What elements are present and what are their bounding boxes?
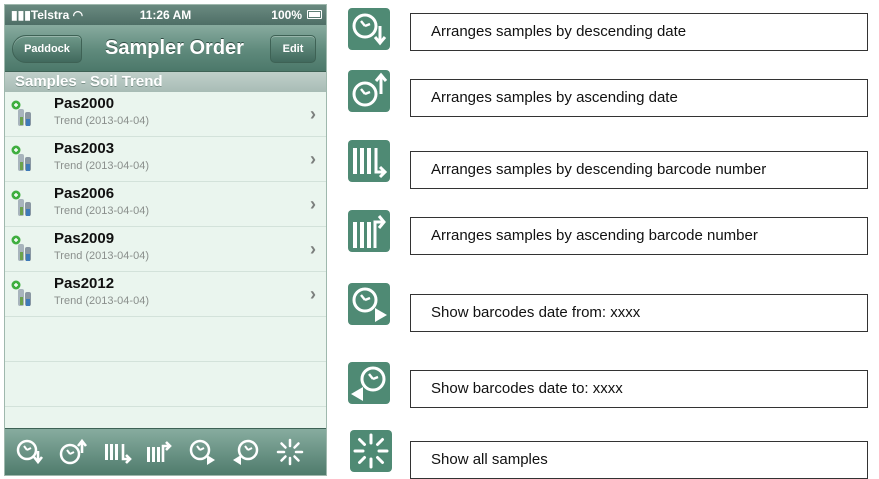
- sample-title: Pas2009: [54, 230, 115, 247]
- date-from-icon: [348, 283, 390, 325]
- sample-subtitle: Trend (2013-04-04): [54, 295, 149, 307]
- sort-barcode-ascending-icon: [348, 210, 390, 252]
- chevron-right-icon: ›: [310, 284, 316, 304]
- list-item[interactable]: Pas2012 Trend (2013-04-04) ›: [5, 272, 326, 317]
- date-to-icon[interactable]: [230, 437, 260, 467]
- list-item[interactable]: Pas2009 Trend (2013-04-04) ›: [5, 227, 326, 272]
- sort-barcode-ascending-icon[interactable]: [145, 437, 175, 467]
- chevron-right-icon: ›: [310, 104, 316, 124]
- date-from-icon[interactable]: [188, 437, 218, 467]
- page-title: Sampler Order: [105, 37, 244, 59]
- sample-tube-icon: [11, 145, 31, 171]
- list-item[interactable]: Pas2006 Trend (2013-04-04) ›: [5, 182, 326, 227]
- phone-screen: ▮▮▮Telstra ◠ 11:26 AM 100% Paddock Sampl…: [4, 4, 327, 476]
- sample-subtitle: Trend (2013-04-04): [54, 160, 149, 172]
- sort-barcode-descending-icon: [348, 140, 390, 182]
- sample-title: Pas2003: [54, 140, 115, 157]
- sample-subtitle: Trend (2013-04-04): [54, 205, 149, 217]
- legend-text: Show all samples: [431, 451, 548, 468]
- legend-entry: Show barcodes date to: xxxx: [410, 370, 868, 408]
- sample-subtitle: Trend (2013-04-04): [54, 250, 149, 262]
- list-item[interactable]: Pas2003 Trend (2013-04-04) ›: [5, 137, 326, 182]
- battery-icon: [307, 10, 322, 19]
- edit-button[interactable]: Edit: [270, 35, 316, 63]
- sample-subtitle: Trend (2013-04-04): [54, 115, 149, 127]
- legend-entry: Arranges samples by descending barcode n…: [410, 151, 868, 189]
- sample-title: Pas2000: [54, 95, 115, 112]
- chevron-right-icon: ›: [310, 149, 316, 169]
- legend-text: Arranges samples by descending barcode n…: [431, 161, 767, 178]
- toolbar: [5, 428, 326, 475]
- sample-tube-icon: [11, 235, 31, 261]
- sort-date-descending-icon[interactable]: [15, 437, 45, 467]
- sample-title: Pas2012: [54, 275, 115, 292]
- sample-tube-icon: [11, 100, 31, 126]
- section-header: Samples - Soil Trend: [5, 72, 326, 92]
- battery-percent: 100%: [271, 8, 302, 22]
- legend-entry: Arranges samples by descending date: [410, 13, 868, 51]
- chevron-right-icon: ›: [310, 194, 316, 214]
- legend-text: Arranges samples by ascending barcode nu…: [431, 227, 758, 244]
- back-button[interactable]: Paddock: [12, 35, 82, 63]
- legend-entry: Show barcodes date from: xxxx: [410, 294, 868, 332]
- legend-entry: Show all samples: [410, 441, 868, 479]
- sample-list: Pas2000 Trend (2013-04-04) › Pas2003 Tre…: [5, 92, 326, 452]
- sample-tube-icon: [11, 280, 31, 306]
- sort-date-ascending-icon: [348, 70, 390, 112]
- sort-date-descending-icon: [348, 8, 390, 50]
- sort-barcode-descending-icon[interactable]: [103, 437, 133, 467]
- sort-date-ascending-icon[interactable]: [58, 437, 88, 467]
- sample-tube-icon: [11, 190, 31, 216]
- status-bar: ▮▮▮Telstra ◠ 11:26 AM 100%: [5, 5, 326, 25]
- show-all-icon: [350, 430, 392, 472]
- legend-text: Arranges samples by ascending date: [431, 89, 678, 106]
- legend-entry: Arranges samples by ascending barcode nu…: [410, 217, 868, 255]
- date-to-icon: [348, 362, 390, 404]
- list-item[interactable]: Pas2000 Trend (2013-04-04) ›: [5, 92, 326, 137]
- legend-text: Arranges samples by descending date: [431, 23, 687, 40]
- chevron-right-icon: ›: [310, 239, 316, 259]
- legend-text: Show barcodes date to: xxxx: [431, 380, 623, 397]
- nav-bar: Paddock Sampler Order Edit: [5, 25, 326, 72]
- legend-entry: Arranges samples by ascending date: [410, 79, 868, 117]
- empty-row: [5, 362, 326, 407]
- empty-row: [5, 317, 326, 362]
- legend-text: Show barcodes date from: xxxx: [431, 304, 641, 321]
- show-all-icon[interactable]: [275, 437, 305, 467]
- sample-title: Pas2006: [54, 185, 115, 202]
